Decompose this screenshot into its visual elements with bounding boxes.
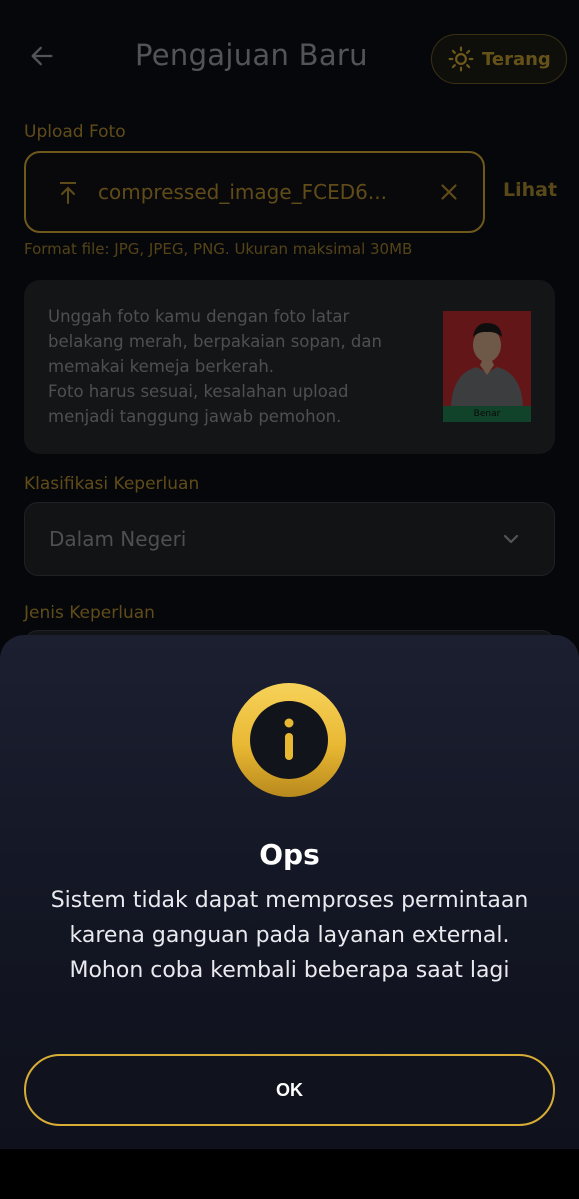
- screen: Pengajuan Baru Terang Upload Foto compre…: [0, 0, 579, 1199]
- info-icon: [232, 683, 346, 797]
- ok-button[interactable]: OK: [24, 1054, 555, 1126]
- error-bottom-sheet: Ops Sistem tidak dapat memproses permint…: [0, 635, 579, 1149]
- dialog-title: Ops: [259, 838, 320, 871]
- system-navigation-bar: [0, 1149, 579, 1199]
- dialog-message: Sistem tidak dapat memproses permintaan …: [50, 888, 529, 983]
